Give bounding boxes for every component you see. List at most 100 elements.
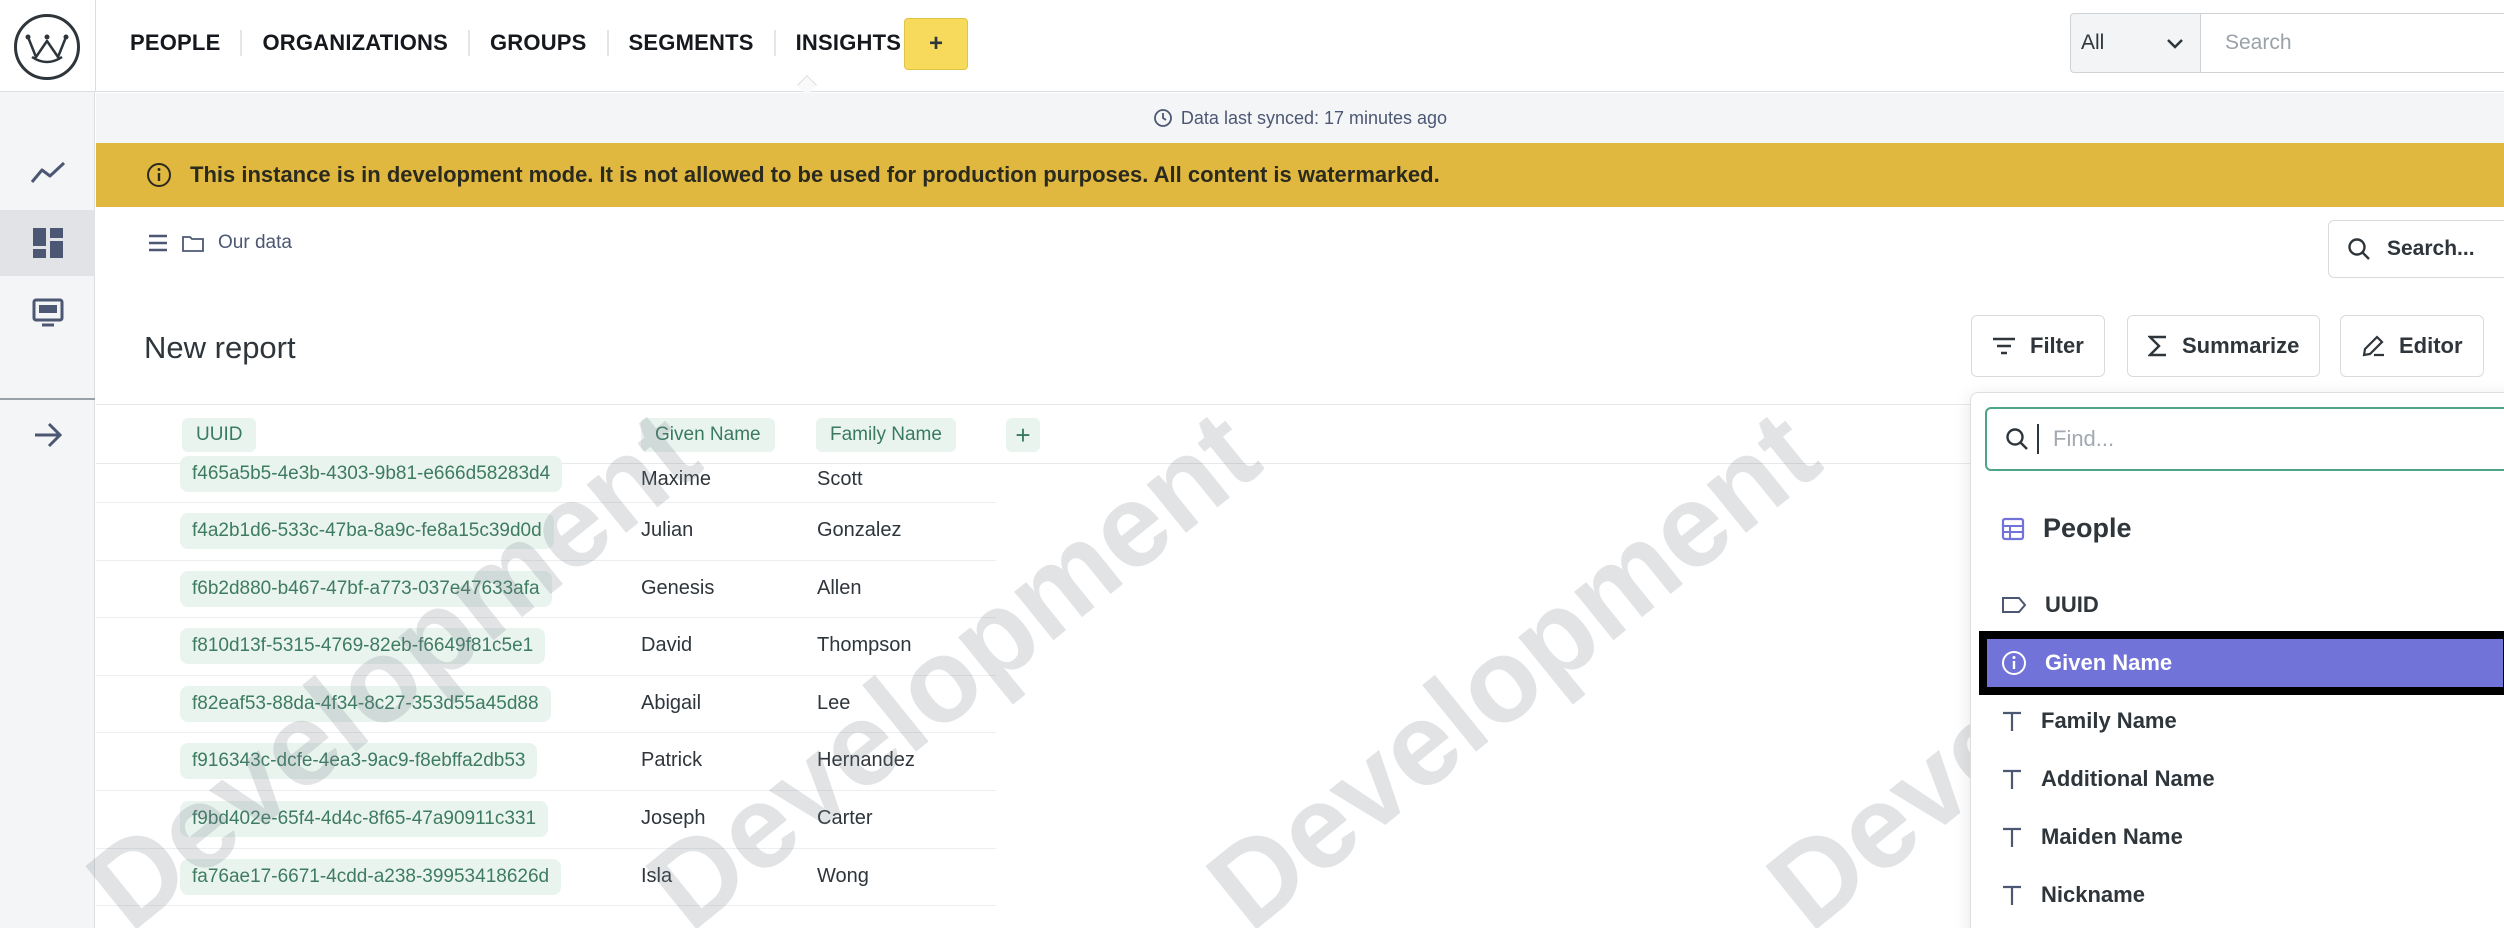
rail-expand[interactable]	[0, 402, 95, 468]
table-group-label: People	[2043, 513, 2132, 543]
family-name-cell: Thompson	[817, 634, 912, 657]
column-option-additional-name[interactable]: Additional Name	[1985, 753, 2504, 805]
text-icon	[2003, 885, 2021, 905]
find-column-input[interactable]: Find...	[1985, 407, 2504, 471]
column-option-given-name[interactable]: Given Name	[1979, 631, 2504, 695]
line-chart-icon	[30, 161, 65, 183]
rail-separator	[0, 398, 95, 400]
column-option-nickname[interactable]: Nickname	[1985, 869, 2504, 921]
column-option-label: Additional Name	[2041, 766, 2215, 791]
nav-people[interactable]: PEOPLE	[110, 29, 243, 56]
add-column-button[interactable]: +	[1006, 418, 1040, 452]
uuid-cell[interactable]: f4a2b1d6-533c-47ba-8a9c-fe8a15c39d0d	[180, 513, 554, 549]
uuid-cell[interactable]: f6b2d880-b467-47bf-a773-037e47633afa	[180, 570, 552, 607]
column-picker-dropdown: Find... People UUID Given Name Family Na…	[1970, 392, 2504, 928]
text-cursor	[2037, 424, 2039, 454]
search-icon	[2006, 428, 2028, 450]
table-top-border	[96, 404, 1976, 405]
table-body: f465a5b5-4e3b-4303-9b81-e666d58283d4 Max…	[96, 456, 996, 907]
filter-icon	[1993, 337, 2015, 355]
global-search-input[interactable]: Search	[2200, 13, 2504, 73]
dashboard-icon	[32, 228, 63, 258]
column-option-family-name[interactable]: Family Name	[1985, 695, 2504, 747]
column-header-uuid[interactable]: UUID	[182, 418, 257, 452]
folder-icon	[182, 236, 204, 252]
rail-dashboards[interactable]	[0, 210, 95, 276]
development-banner: This instance is in development mode. It…	[96, 143, 2504, 207]
given-name-cell: Abigail	[641, 691, 702, 714]
text-icon	[2003, 769, 2021, 789]
given-name-cell: Julian	[641, 519, 694, 541]
table-row: fa76ae17-6671-4cdd-a238-39953418626d Isl…	[96, 849, 996, 907]
left-rail	[0, 92, 95, 928]
column-option-maiden-name[interactable]: Maiden Name	[1985, 811, 2504, 863]
table-row: f810d13f-5315-4769-82eb-f6649f81c5e1 Dav…	[96, 618, 996, 676]
uuid-cell[interactable]: fa76ae17-6671-4cdd-a238-39953418626d	[180, 858, 562, 895]
add-button[interactable]: +	[904, 18, 968, 70]
summarize-label: Summarize	[2182, 333, 2300, 358]
breadcrumb: Our data	[148, 232, 292, 254]
given-name-cell: Isla	[641, 864, 673, 887]
family-name-cell: Scott	[817, 468, 863, 490]
column-option-label: Nickname	[2041, 882, 2145, 907]
family-name-cell: Hernandez	[817, 749, 915, 772]
editor-button[interactable]: Editor	[2340, 315, 2484, 377]
given-name-cell: Genesis	[641, 576, 715, 599]
table-group-header: People	[2001, 513, 2132, 544]
text-icon	[2003, 827, 2021, 847]
search-scope-select[interactable]: All	[2070, 13, 2200, 73]
uuid-cell[interactable]: f810d13f-5315-4769-82eb-f6649f81c5e1	[180, 628, 546, 665]
table-row: f82eaf53-88da-4f34-8c27-353d55a45d88 Abi…	[96, 676, 996, 734]
column-option-label: Family Name	[2041, 708, 2177, 733]
uuid-cell[interactable]: f465a5b5-4e3b-4303-9b81-e666d58283d4	[180, 456, 563, 492]
global-search-placeholder: Search	[2225, 31, 2292, 54]
column-option-uuid[interactable]: UUID	[1985, 579, 2504, 631]
table-row: f465a5b5-4e3b-4303-9b81-e666d58283d4 Max…	[96, 456, 996, 503]
table-row: f6b2d880-b467-47bf-a773-037e47633afa Gen…	[96, 561, 996, 619]
top-divider	[95, 0, 96, 92]
uuid-cell[interactable]: f82eaf53-88da-4f34-8c27-353d55a45d88	[180, 685, 551, 722]
watermark: Development	[1183, 385, 1843, 928]
main-nav: PEOPLE ORGANIZATIONS GROUPS SEGMENTS INS…	[110, 0, 924, 85]
search-icon	[2348, 238, 2370, 260]
nav-groups[interactable]: GROUPS	[470, 29, 609, 56]
info-icon	[2002, 651, 2026, 675]
column-header-given-name[interactable]: Given Name	[641, 418, 775, 452]
development-banner-text: This instance is in development mode. It…	[190, 162, 1440, 187]
given-name-cell: Maxime	[641, 468, 712, 490]
uuid-cell[interactable]: f916343c-dcfe-4ea3-9ac9-f8ebffa2db53	[180, 743, 538, 780]
family-name-cell: Gonzalez	[817, 519, 902, 541]
table-row: f916343c-dcfe-4ea3-9ac9-f8ebffa2db53 Pat…	[96, 733, 996, 791]
text-icon	[2003, 711, 2021, 731]
report-search-label: Search...	[2387, 237, 2475, 260]
nav-organizations[interactable]: ORGANIZATIONS	[242, 29, 470, 56]
top-bar: PEOPLE ORGANIZATIONS GROUPS SEGMENTS INS…	[0, 0, 2504, 95]
rail-reports[interactable]	[0, 280, 95, 346]
given-name-cell: Joseph	[641, 806, 706, 829]
table-icon	[2001, 517, 2025, 540]
filter-label: Filter	[2030, 333, 2084, 358]
report-icon	[32, 298, 63, 327]
family-name-cell: Wong	[817, 864, 869, 887]
info-icon	[147, 163, 171, 187]
find-column-placeholder: Find...	[2053, 426, 2115, 451]
family-name-cell: Lee	[817, 691, 851, 714]
filter-button[interactable]: Filter	[1971, 315, 2105, 377]
report-title: New report	[144, 330, 296, 365]
given-name-cell: Patrick	[641, 749, 703, 772]
nav-insights[interactable]: INSIGHTS	[776, 29, 924, 56]
logo-icon[interactable]	[14, 14, 80, 80]
given-name-cell: David	[641, 634, 693, 657]
rail-insights[interactable]	[0, 140, 95, 206]
column-option-label: Given Name	[2045, 650, 2173, 675]
menu-icon[interactable]	[148, 234, 168, 252]
table-row: f4a2b1d6-533c-47ba-8a9c-fe8a15c39d0d Jul…	[96, 503, 996, 561]
report-search-button[interactable]: Search...	[2328, 220, 2504, 278]
pencil-icon	[2362, 335, 2384, 357]
breadcrumb-our-data[interactable]: Our data	[218, 232, 292, 254]
summarize-button[interactable]: Summarize	[2127, 315, 2321, 377]
uuid-cell[interactable]: f9bd402e-65f4-4d4c-8f65-47a90911c331	[180, 800, 549, 837]
nav-segments[interactable]: SEGMENTS	[609, 29, 776, 56]
column-header-family-name[interactable]: Family Name	[816, 418, 956, 452]
arrow-right-icon	[34, 422, 62, 448]
